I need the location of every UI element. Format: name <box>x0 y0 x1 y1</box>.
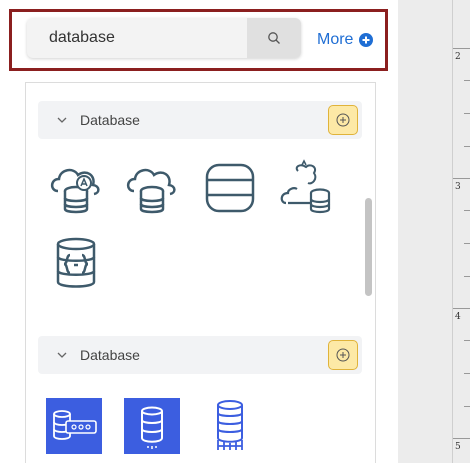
more-label: More <box>317 31 354 48</box>
json-database-icon[interactable] <box>48 235 104 291</box>
ruler-tick <box>453 438 470 439</box>
chevron-down-icon <box>56 114 68 126</box>
section-header-database-1[interactable]: Database <box>38 101 362 139</box>
plus-circle-icon <box>336 113 350 127</box>
search-icon <box>268 32 280 44</box>
plus-circle-icon <box>359 33 374 47</box>
shapes-panel: More Database <box>0 0 398 463</box>
database-server-icon[interactable] <box>202 398 258 454</box>
ruler-tick <box>464 113 470 114</box>
ruler-tick <box>464 80 470 81</box>
ruler-number: 3 <box>455 182 461 192</box>
scrollbar[interactable] <box>365 198 372 296</box>
add-section-button[interactable] <box>328 340 358 370</box>
vertical-ruler: 2 3 4 5 <box>452 0 470 463</box>
cloud-database-icon[interactable] <box>124 161 180 217</box>
section-header-database-2[interactable]: Database <box>38 336 362 374</box>
ruler-tick <box>453 178 470 179</box>
ruler-tick <box>464 210 470 211</box>
aws-database-icon[interactable] <box>124 398 180 454</box>
search-box <box>27 18 301 58</box>
ruler-tick <box>453 48 470 49</box>
ruler-tick <box>464 243 470 244</box>
ruler-tick <box>464 276 470 277</box>
search-button[interactable] <box>247 18 301 58</box>
mysql-cloud-database-icon[interactable] <box>280 159 336 215</box>
add-section-button[interactable] <box>328 105 358 135</box>
ruler-number: 2 <box>455 52 461 62</box>
ruler-tick <box>453 308 470 309</box>
ruler-tick <box>464 406 470 407</box>
ruler-number: 4 <box>455 312 461 322</box>
section-title: Database <box>80 112 140 128</box>
ruler-tick <box>464 340 470 341</box>
ruler-number: 5 <box>455 442 461 452</box>
section-title: Database <box>80 347 140 363</box>
cloud-database-refresh-icon[interactable] <box>48 161 104 217</box>
plus-circle-icon <box>336 348 350 362</box>
aws-database-migration-icon[interactable] <box>46 398 102 454</box>
chevron-down-icon <box>56 349 68 361</box>
ruler-tick <box>464 373 470 374</box>
more-shapes-link[interactable]: More <box>317 31 374 49</box>
search-input[interactable] <box>27 18 247 58</box>
database-icon[interactable] <box>202 159 258 215</box>
shape-library-list: Database Database <box>25 82 376 463</box>
ruler-tick <box>464 146 470 147</box>
search-bar-highlight: More <box>9 9 388 71</box>
